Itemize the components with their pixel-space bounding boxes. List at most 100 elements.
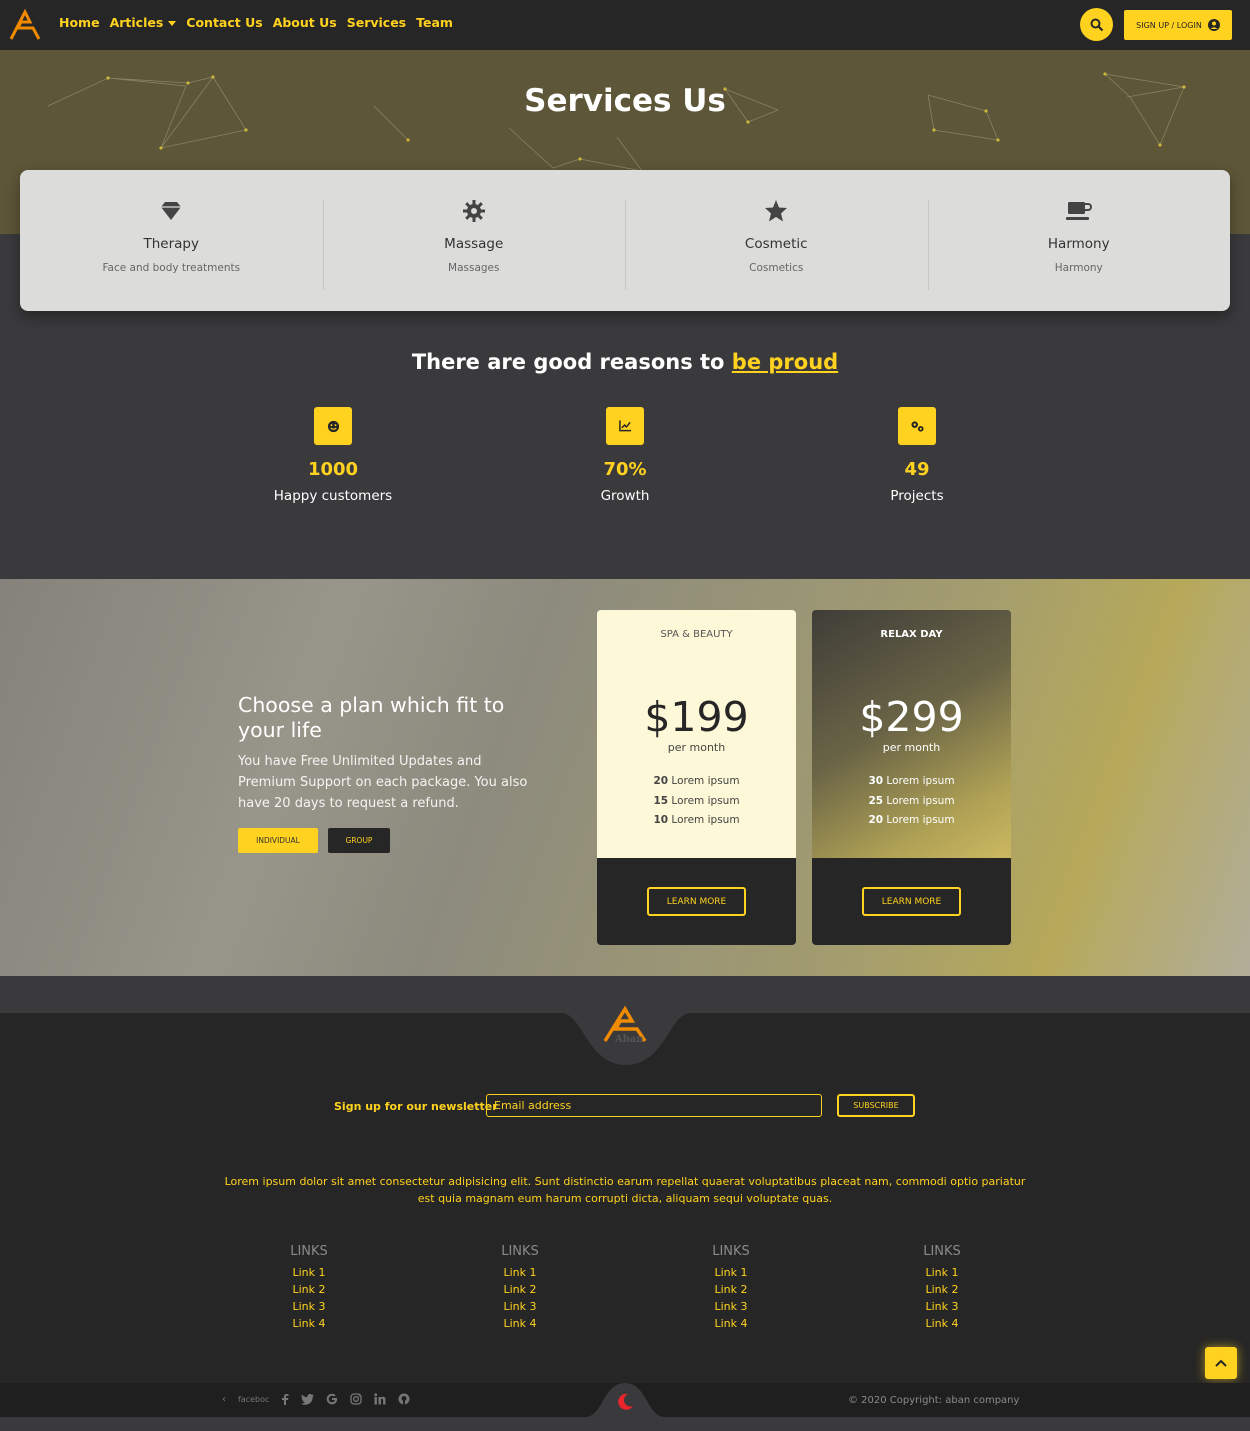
plan-period: per month (667, 741, 726, 754)
footer-link[interactable]: Link 1 (882, 1264, 1002, 1281)
stat-label: Projects (890, 488, 944, 504)
reasons-prefix: There are good reasons to (411, 350, 725, 374)
links-heading: LINKS (501, 1244, 539, 1259)
plan-name: SPA & BEAUTY (660, 629, 733, 640)
footer-logo-text: Aban (615, 1034, 644, 1045)
footer-link[interactable]: Link 2 (460, 1281, 580, 1298)
links-heading: LINKS (290, 1244, 328, 1259)
plan-price: $299 (859, 693, 964, 741)
footer-link[interactable]: Link 1 (249, 1264, 369, 1281)
cog-icon (462, 200, 485, 222)
links-column: LINKS Link 1 Link 2 Link 3 Link 4 (882, 1244, 1002, 1332)
pricing-description: You have Free Unlimited Updates and Prem… (238, 754, 528, 811)
service-subtitle: Massages (448, 262, 500, 274)
nav-home-link[interactable]: Home (59, 15, 100, 30)
signup-label: SIGN UP / LOGIN (1136, 20, 1202, 30)
nav-services-link[interactable]: Services (347, 15, 406, 30)
twitter-icon[interactable] (301, 1393, 315, 1405)
service-harmony[interactable]: Harmony Harmony (927, 170, 1231, 311)
service-massage[interactable]: Massage Massages (322, 170, 626, 311)
search-icon (1090, 18, 1103, 31)
stat-happy-customers: 1000 Happy customers (233, 407, 433, 504)
plan-features: 30 Lorem ipsum 25 Lorem ipsum 20 Lorem i… (812, 772, 1011, 831)
plan-price: $199 (644, 693, 749, 741)
nav-articles-dropdown[interactable]: Articles (110, 15, 177, 30)
services-card: Therapy Face and body treatments Massage… (20, 170, 1230, 311)
plan-feature: 15 Lorem ipsum (653, 794, 740, 807)
links-column: LINKS Link 1 Link 2 Link 3 Link 4 (249, 1244, 369, 1332)
reasons-highlight: be proud (731, 350, 839, 374)
footer-link[interactable]: Link 1 (671, 1264, 791, 1281)
service-title: Cosmetic (744, 236, 808, 252)
copyright-text: © 2020 Copyright: aban company (848, 1395, 1020, 1406)
plan-feature: 10 Lorem ipsum (653, 814, 740, 826)
nav-contact-link[interactable]: Contact Us (186, 15, 262, 30)
facebook-icon[interactable] (281, 1393, 289, 1405)
linkedin-icon[interactable] (374, 1393, 386, 1405)
footer-link[interactable]: Link 4 (671, 1315, 791, 1332)
links-column: LINKS Link 1 Link 2 Link 3 Link 4 (460, 1244, 580, 1332)
plan-feature: 30 Lorem ipsum (868, 775, 955, 787)
pricing-card-spa: SPA & BEAUTY $199 per month 20 Lorem ips… (597, 610, 796, 945)
footer-link[interactable]: Link 1 (460, 1264, 580, 1281)
links-column: LINKS Link 1 Link 2 Link 3 Link 4 (671, 1244, 791, 1332)
footer-link[interactable]: Link 2 (671, 1281, 791, 1298)
page-base (0, 1417, 1250, 1431)
footer-link[interactable]: Link 4 (460, 1315, 580, 1332)
pricing-heading: Choose a plan which fit to your life (238, 693, 505, 742)
main-menu: Home Articles Contact Us About Us Servic… (59, 15, 453, 30)
chart-line-icon (618, 420, 631, 432)
social-prefix: faceboc (238, 1394, 270, 1404)
stat-label: Happy customers (273, 488, 393, 504)
footer-link[interactable]: Link 3 (249, 1298, 369, 1315)
plan-name: RELAX DAY (880, 629, 943, 640)
user-circle-icon (1207, 19, 1220, 31)
links-heading: LINKS (923, 1244, 961, 1259)
plan-feature: 25 Lorem ipsum (868, 794, 955, 807)
instagram-icon[interactable] (350, 1393, 363, 1405)
chevron-down-icon (168, 21, 177, 26)
nav-about-link[interactable]: About Us (273, 15, 337, 30)
stat-value: 1000 (307, 459, 359, 480)
reasons-heading: There are good reasons to be proud (0, 350, 1250, 374)
gem-icon (161, 202, 182, 220)
email-input[interactable] (486, 1094, 822, 1117)
learn-more-button[interactable]: LEARN MORE (862, 887, 961, 916)
chevron-left-icon[interactable]: ‹ (222, 1394, 226, 1405)
plan-feature: 20 Lorem ipsum (653, 775, 740, 787)
stat-projects: 49 Projects (817, 407, 1017, 504)
footer-link[interactable]: Link 3 (671, 1298, 791, 1315)
group-button[interactable]: GROUP (328, 828, 390, 853)
individual-button[interactable]: INDIVIDUAL (238, 828, 318, 853)
footer-link[interactable]: Link 3 (882, 1298, 1002, 1315)
subscribe-button[interactable]: SUBSCRIBE (837, 1094, 915, 1117)
footer-link[interactable]: Link 3 (460, 1298, 580, 1315)
footer-link[interactable]: Link 2 (882, 1281, 1002, 1298)
top-navbar: Home Articles Contact Us About Us Servic… (0, 0, 1250, 50)
pricing-card-relax: RELAX DAY $299 per month 30 Lorem ipsum … (812, 610, 1011, 945)
plan-feature: 20 Lorem ipsum (868, 814, 955, 826)
search-button[interactable] (1080, 8, 1113, 41)
aban-logo-icon[interactable] (8, 8, 42, 42)
google-icon[interactable] (326, 1393, 338, 1405)
stat-value: 70% (603, 459, 647, 480)
nav-team-link[interactable]: Team (416, 15, 453, 30)
footer-link[interactable]: Link 4 (249, 1315, 369, 1332)
service-therapy[interactable]: Therapy Face and body treatments (20, 170, 323, 311)
stat-value: 49 (904, 459, 930, 480)
service-title: Massage (444, 236, 504, 252)
signup-login-button[interactable]: SIGN UP / LOGIN (1124, 10, 1232, 40)
learn-more-button[interactable]: LEARN MORE (647, 887, 746, 916)
smile-icon (327, 420, 339, 432)
footer: Aban Sign up for our newsletter SUBSCRIB… (0, 1005, 1250, 1383)
footer-link[interactable]: Link 2 (249, 1281, 369, 1298)
scroll-to-top-button[interactable] (1205, 1347, 1237, 1379)
footer-link[interactable]: Link 4 (882, 1315, 1002, 1332)
service-cosmetic[interactable]: Cosmetic Cosmetics (625, 170, 928, 311)
github-icon[interactable] (398, 1393, 410, 1405)
newsletter-label: Sign up for our newsletter (334, 1100, 498, 1113)
links-heading: LINKS (712, 1244, 750, 1259)
cogs-icon (910, 420, 924, 432)
stat-label: Growth (600, 488, 650, 504)
moon-icon[interactable] (615, 1392, 635, 1412)
